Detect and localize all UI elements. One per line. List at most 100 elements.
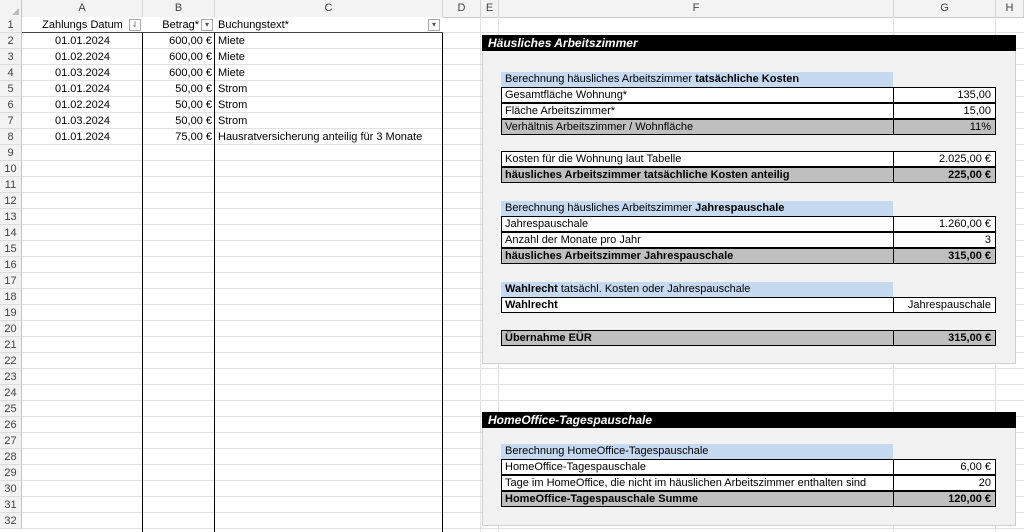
sort-filter-icon[interactable]: ⇃ (129, 19, 141, 31)
row-header[interactable]: 15 (0, 241, 22, 257)
label-apartment-costs: Kosten für die Wohnung laut Tabelle (501, 151, 894, 167)
label-annual-flat-rate: Jahrespauschale (501, 216, 894, 232)
row-header[interactable]: 18 (0, 289, 22, 305)
row-header[interactable]: 9 (0, 145, 22, 161)
cell-booking-text[interactable]: Strom (215, 81, 443, 97)
row-header[interactable]: 14 (0, 225, 22, 241)
grid-line (22, 368, 1024, 369)
row-header[interactable]: 16 (0, 257, 22, 273)
column-header-f[interactable]: F (499, 0, 894, 17)
row-header[interactable]: 24 (0, 385, 22, 401)
column-header-d[interactable]: D (443, 0, 481, 17)
cell-date[interactable]: 01.01.2024 (22, 129, 143, 145)
cell-date[interactable]: 01.01.2024 (22, 81, 143, 97)
label-actual-costs-share: häusliches Arbeitszimmer tatsächliche Ko… (501, 167, 894, 183)
row-header[interactable]: 28 (0, 449, 22, 465)
value-total-area[interactable]: 135,00 (893, 87, 996, 103)
value-choice[interactable]: Jahrespauschale (893, 297, 996, 313)
cell-date[interactable]: 01.03.2024 (22, 65, 143, 81)
row-header[interactable]: 13 (0, 209, 22, 225)
column-header-g[interactable]: G (894, 0, 996, 17)
cell-booking-text[interactable]: Hausratversicherung anteilig für 3 Monat… (215, 129, 443, 145)
value-apartment-costs[interactable]: 2.025,00 € (893, 151, 996, 167)
value-daily-flat-rate[interactable]: 6,00 € (893, 459, 996, 475)
column-header-a[interactable]: A (22, 0, 143, 17)
value-office-area[interactable]: 15,00 (893, 103, 996, 119)
panel-title: HomeOffice-Tagespauschale (482, 412, 1016, 428)
cell-amount[interactable]: 600,00 € (143, 65, 215, 81)
column-header-b[interactable]: B (143, 0, 215, 17)
cell-amount[interactable]: 50,00 € (143, 113, 215, 129)
section-header-daily-flat-rate: Berechnung HomeOffice-Tagespauschale (501, 444, 893, 459)
row-header[interactable]: 27 (0, 433, 22, 449)
row-header[interactable]: 11 (0, 177, 22, 193)
value-euer-transfer[interactable]: 315,00 € (893, 330, 996, 346)
cell-booking-text[interactable]: Strom (215, 113, 443, 129)
cell-booking-text[interactable]: Miete (215, 65, 443, 81)
cell-date[interactable]: 01.02.2024 (22, 49, 143, 65)
filter-dropdown-icon[interactable]: ▾ (428, 19, 440, 31)
cell-date[interactable]: 01.02.2024 (22, 97, 143, 113)
filter-dropdown-icon[interactable]: ▾ (201, 19, 213, 31)
value-flat-rate-total[interactable]: 315,00 € (893, 248, 996, 264)
table-header-date[interactable]: Zahlungs Datum (22, 17, 143, 33)
row-header[interactable]: 4 (0, 65, 22, 81)
row-header[interactable]: 1 (0, 17, 22, 33)
cell-date[interactable]: 01.03.2024 (22, 113, 143, 129)
label-months-per-year: Anzahl der Monate pro Jahr (501, 232, 894, 248)
label-total-area: Gesamtfläche Wohnung* (501, 87, 894, 103)
row-header[interactable]: 7 (0, 113, 22, 129)
row-header[interactable]: 22 (0, 353, 22, 369)
cell-booking-text[interactable]: Strom (215, 97, 443, 113)
grid-line (22, 384, 1024, 385)
label-ratio: Verhältnis Arbeitszimmer / Wohnfläche (501, 119, 894, 135)
row-header[interactable]: 8 (0, 129, 22, 145)
row-header[interactable]: 12 (0, 193, 22, 209)
cell-amount[interactable]: 75,00 € (143, 129, 215, 145)
column-header-h[interactable]: H (996, 0, 1024, 17)
cell-amount[interactable]: 50,00 € (143, 81, 215, 97)
row-header[interactable]: 19 (0, 305, 22, 321)
label-daily-flat-rate-sum: HomeOffice-Tagespauschale Summe (501, 491, 894, 507)
row-header[interactable]: 23 (0, 369, 22, 385)
cell-booking-text[interactable]: Miete (215, 33, 443, 49)
row-header[interactable]: 17 (0, 273, 22, 289)
row-header[interactable]: 20 (0, 321, 22, 337)
value-home-office-days[interactable]: 20 (893, 475, 996, 491)
value-actual-costs-share[interactable]: 225,00 € (893, 167, 996, 183)
row-header[interactable]: 21 (0, 337, 22, 353)
value-annual-flat-rate[interactable]: 1.260,00 € (893, 216, 996, 232)
section-header-actual-costs: Berechnung häusliches Arbeitszimmer tats… (501, 72, 893, 87)
label-office-area: Fläche Arbeitszimmer* (501, 103, 894, 119)
row-header[interactable]: 5 (0, 81, 22, 97)
grid-line (480, 17, 481, 532)
row-header[interactable]: 6 (0, 97, 22, 113)
column-header-c[interactable]: C (215, 0, 443, 17)
table-header-booking-text[interactable]: Buchungstext* (215, 17, 443, 33)
value-daily-flat-rate-sum[interactable]: 120,00 € (893, 491, 996, 507)
label-flat-rate-total: häusliches Arbeitszimmer Jahrespauschale (501, 248, 894, 264)
label-euer-transfer: Übernahme EÜR (501, 330, 894, 346)
label-choice: Wahlrecht (501, 297, 894, 313)
select-all-button[interactable] (0, 0, 22, 17)
cell-booking-text[interactable]: Miete (215, 49, 443, 65)
cell-amount[interactable]: 600,00 € (143, 49, 215, 65)
row-header[interactable]: 32 (0, 513, 22, 529)
row-header[interactable]: 26 (0, 417, 22, 433)
label-daily-flat-rate: HomeOffice-Tagespauschale (501, 459, 894, 475)
panel-title: Häusliches Arbeitszimmer (482, 35, 1016, 51)
row-header[interactable]: 3 (0, 49, 22, 65)
cell-date[interactable]: 01.01.2024 (22, 33, 143, 49)
row-header[interactable]: 30 (0, 481, 22, 497)
cell-amount[interactable]: 600,00 € (143, 33, 215, 49)
value-months-per-year[interactable]: 3 (893, 232, 996, 248)
row-header[interactable]: 29 (0, 465, 22, 481)
row-header[interactable]: 10 (0, 161, 22, 177)
grid-line (22, 528, 1024, 529)
value-ratio[interactable]: 11% (893, 119, 996, 135)
row-header[interactable]: 2 (0, 33, 22, 49)
row-header[interactable]: 31 (0, 497, 22, 513)
cell-amount[interactable]: 50,00 € (143, 97, 215, 113)
column-header-e[interactable]: E (481, 0, 499, 17)
row-header[interactable]: 25 (0, 401, 22, 417)
